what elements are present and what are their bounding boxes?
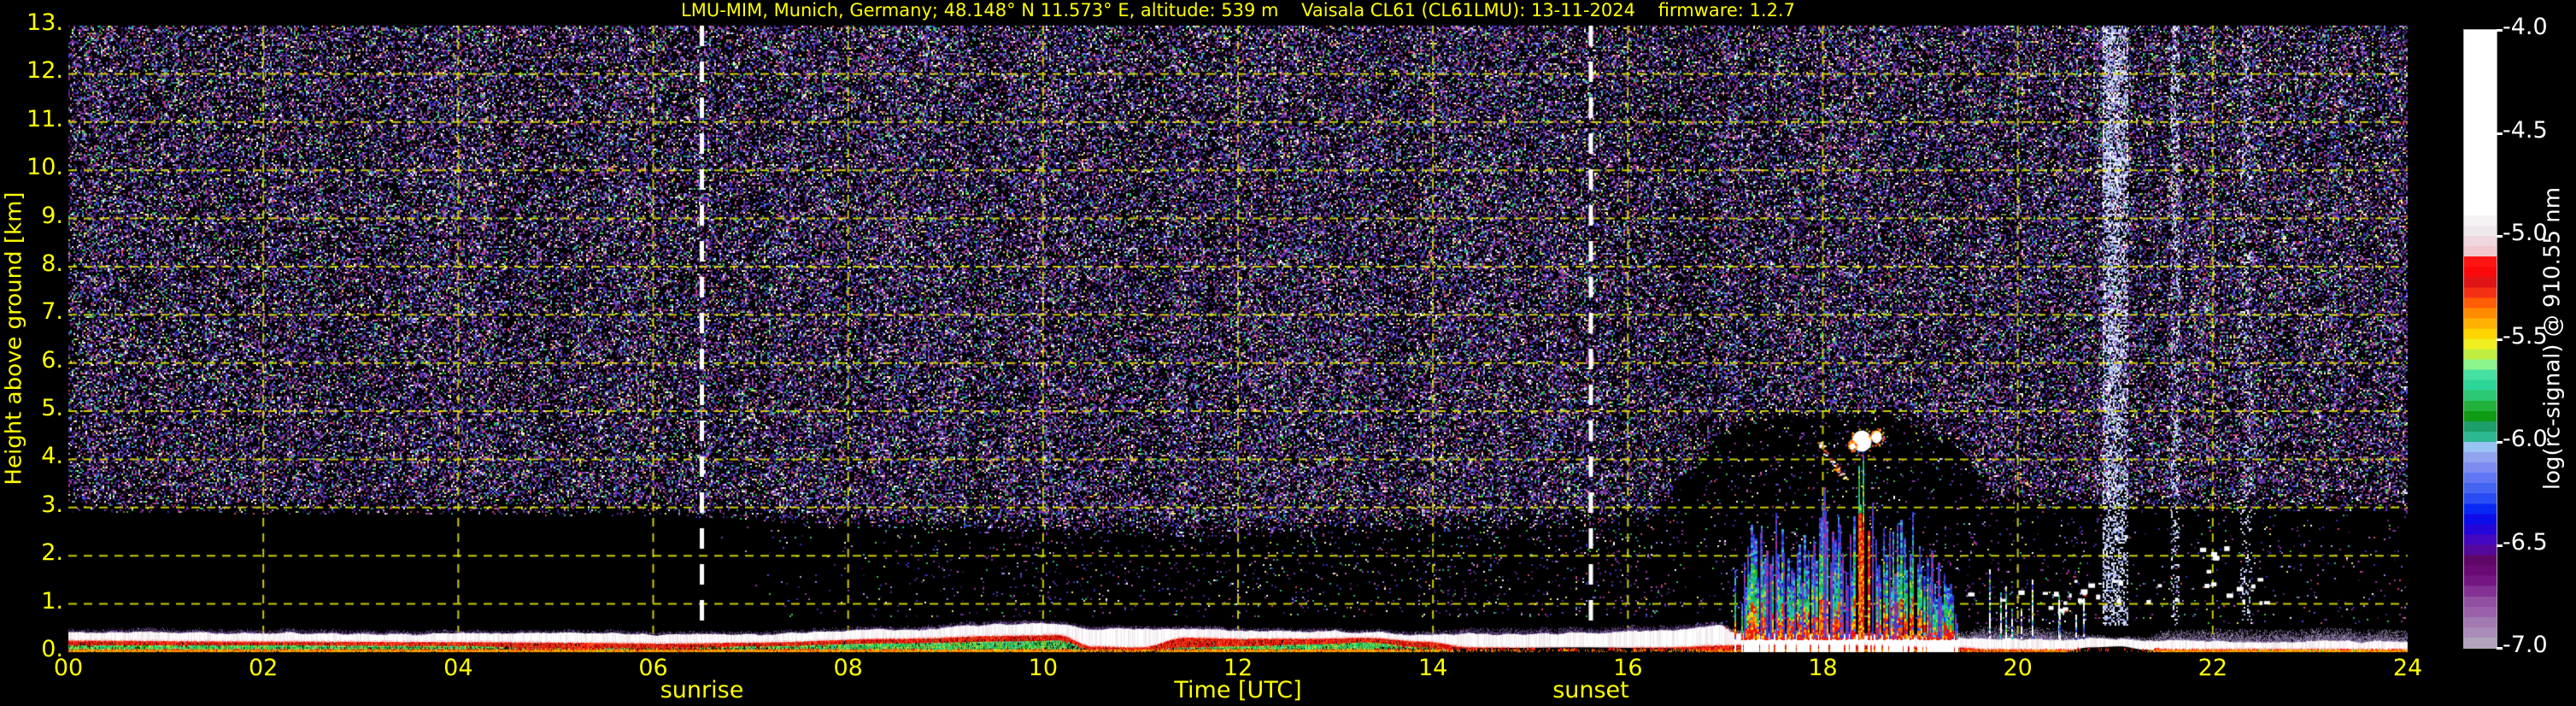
x-tick-label: 00 [53,655,84,681]
y-tick-label: 10. [26,154,63,181]
y-tick-label: 6. [41,346,63,374]
colorbar-tick-mark [2497,235,2503,238]
colorbar-tick-label: -4.0 [2503,14,2548,40]
colorbar-tick-mark [2497,544,2503,547]
colorbar-tick-mark [2497,338,2503,341]
colorbar-title: log(rc-signal) @ 910.55 nm [2539,186,2566,491]
colorbar-tick-label: -7.0 [2503,632,2548,658]
ceilometer-quicklook-figure: LMU-MIM, Munich, Germany; 48.148° N 11.5… [0,0,2576,706]
y-tick-label: 12. [26,57,63,85]
x-tick-label: 22 [2198,655,2228,681]
x-tick-label: 24 [2392,655,2423,681]
colorbar-tick-mark [2497,29,2503,32]
colorbar-tick-mark [2497,132,2503,135]
y-tick-label: 11. [26,105,63,132]
colorbar-tick-mark [2497,441,2503,444]
colorbar [2464,30,2497,648]
chart-title: LMU-MIM, Munich, Germany; 48.148° N 11.5… [681,0,1795,21]
y-tick-label: 13. [26,9,63,36]
y-axis-title: Height above ground [km] [1,191,27,485]
x-tick-label: 18 [1808,655,1838,681]
y-tick-label: 5. [41,395,63,422]
y-tick-label: 7. [41,298,63,326]
x-tick-label: 10 [1028,655,1059,681]
y-tick-label: 9. [41,202,63,229]
colorbar-tick-label: -4.5 [2503,116,2548,144]
sunset-annotation: sunset [1552,677,1629,703]
y-tick-label: 4. [41,443,63,470]
sunrise-annotation: sunrise [660,677,744,703]
x-tick-label: 14 [1417,655,1448,681]
x-tick-label: 08 [833,655,863,681]
y-tick-label: 3. [41,491,63,518]
x-axis-title: Time [UTC] [1174,677,1302,703]
y-tick-label: 8. [41,250,63,277]
colorbar-tick-label: -6.5 [2503,528,2548,556]
x-tick-label: 04 [443,655,473,681]
x-tick-label: 20 [2003,655,2033,681]
x-tick-label: 02 [248,655,279,681]
colorbar-tick-mark [2497,647,2503,650]
y-tick-label: 1. [41,587,63,615]
heatmap-canvas [0,0,2576,706]
y-tick-label: 2. [41,539,63,567]
